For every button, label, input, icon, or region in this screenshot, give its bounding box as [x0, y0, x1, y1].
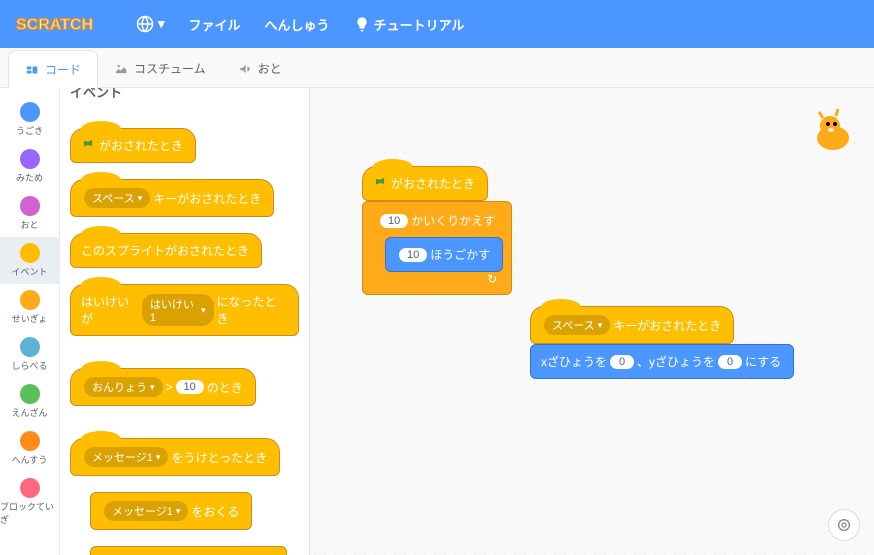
canvas-when-key-pressed[interactable]: スペース キーがおされたとき [530, 306, 734, 344]
svg-text:SCRATCH: SCRATCH [16, 17, 93, 34]
canvas-when-flag-clicked[interactable]: がおされたとき [362, 166, 488, 201]
block-broadcast-wait[interactable]: メッセージ1 をおくってまつ [90, 546, 287, 555]
block-when-receive[interactable]: メッセージ1 をうけとったとき [70, 438, 280, 476]
block-when-backdrop-switches[interactable]: はいけいが はいけい1 になったとき [70, 284, 299, 336]
canvas-move-steps[interactable]: 10 ほうごかす [385, 237, 503, 272]
tutorials-button[interactable]: チュートリアル [354, 15, 465, 34]
canvas-key-dropdown[interactable]: スペース [544, 315, 610, 335]
category-myblocks[interactable]: ブロックていぎ [0, 472, 59, 532]
goto-y-input[interactable]: 0 [718, 355, 742, 369]
file-menu[interactable]: ファイル [189, 15, 241, 34]
key-dropdown[interactable]: スペース [84, 188, 150, 208]
goto-x-input[interactable]: 0 [610, 355, 634, 369]
block-when-loudness[interactable]: おんりょう > 10 のとき [70, 368, 256, 406]
message-dropdown[interactable]: メッセージ1 [84, 447, 168, 467]
script-stack-2[interactable]: スペース キーがおされたとき xざひょうを 0 、yざひょうを 0 にする [530, 306, 794, 379]
zoom-target-button[interactable] [828, 509, 860, 541]
flag-icon [373, 177, 387, 191]
tab-sounds[interactable]: おと [222, 50, 298, 87]
broadcast-dropdown[interactable]: メッセージ1 [104, 501, 188, 521]
category-sound[interactable]: おと [0, 190, 59, 237]
category-events[interactable]: イベント [0, 237, 59, 284]
language-menu[interactable]: ▾ [136, 15, 165, 33]
script-stack-1[interactable]: がおされたとき 10 かいくりかえす 10 ほうごかす ↻ [362, 166, 512, 295]
repeat-count-input[interactable]: 10 [380, 214, 408, 228]
editor-tabs: コード コスチューム おと [0, 48, 874, 88]
category-motion[interactable]: うごき [0, 96, 59, 143]
backdrop-dropdown[interactable]: はいけい1 [142, 294, 214, 326]
loudness-dropdown[interactable]: おんりょう [84, 377, 163, 397]
category-operators[interactable]: えんざん [0, 378, 59, 425]
edit-menu[interactable]: へんしゅう [265, 15, 330, 34]
loudness-value[interactable]: 10 [176, 380, 204, 394]
canvas-repeat-block[interactable]: 10 かいくりかえす 10 ほうごかす ↻ [362, 201, 512, 295]
canvas-goto-xy[interactable]: xざひょうを 0 、yざひょうを 0 にする [530, 344, 794, 379]
block-palette[interactable]: イベント がおされたとき スペース キーがおされたとき このスプライトがおされた… [60, 88, 310, 555]
category-looks[interactable]: みため [0, 143, 59, 190]
scripts-canvas[interactable]: がおされたとき 10 かいくりかえす 10 ほうごかす ↻ スペース [310, 88, 874, 555]
block-when-sprite-clicked[interactable]: このスプライトがおされたとき [70, 233, 262, 268]
sprite-thumbnail [808, 106, 858, 156]
move-steps-input[interactable]: 10 [399, 248, 427, 262]
category-variables[interactable]: へんすう [0, 425, 59, 472]
block-broadcast[interactable]: メッセージ1 をおくる [90, 492, 252, 530]
block-when-key-pressed[interactable]: スペース キーがおされたとき [70, 179, 274, 217]
category-sensing[interactable]: しらべる [0, 331, 59, 378]
block-when-flag-clicked[interactable]: がおされたとき [70, 128, 196, 163]
top-menu-bar: SCRATCH ▾ ファイル へんしゅう チュートリアル [0, 0, 874, 48]
tab-costumes[interactable]: コスチューム [98, 50, 222, 87]
category-control[interactable]: せいぎょ [0, 284, 59, 331]
tab-code[interactable]: コード [8, 50, 98, 88]
scratch-logo[interactable]: SCRATCH [16, 9, 112, 39]
loop-arrow-icon: ↻ [487, 272, 497, 286]
block-categories: うごき みため おと イベント せいぎょ しらべる えんざん へんすう ブロック… [0, 88, 60, 555]
chevron-down-icon: ▾ [158, 16, 165, 32]
flag-icon [81, 139, 95, 153]
palette-heading: イベント [70, 88, 122, 101]
